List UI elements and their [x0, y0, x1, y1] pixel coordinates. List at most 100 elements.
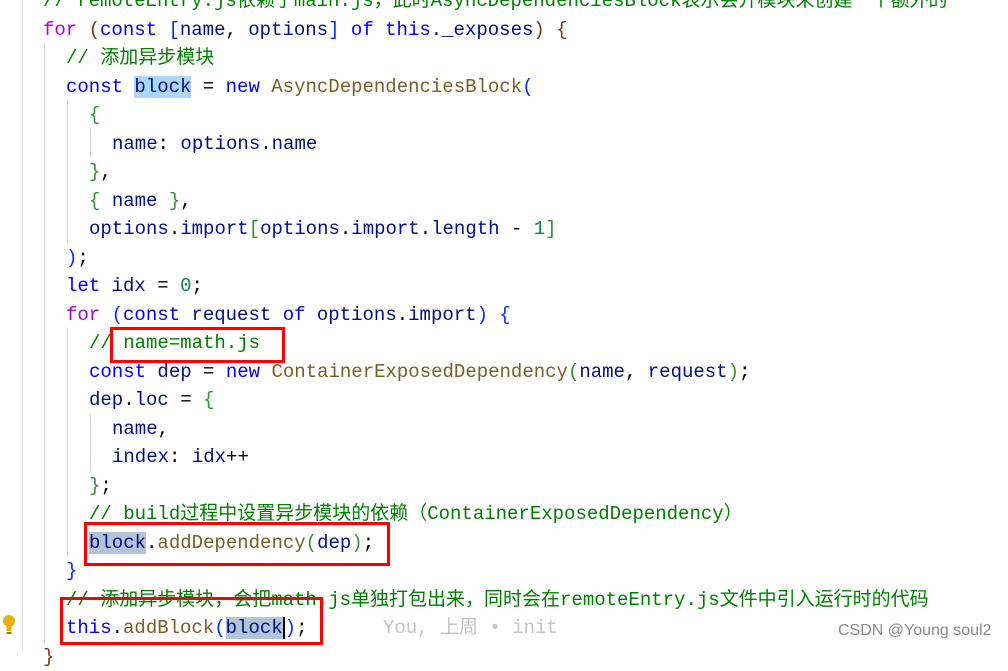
code-token	[260, 76, 271, 98]
indent-guide	[44, 43, 45, 643]
code-token	[157, 19, 168, 41]
code-token	[100, 275, 111, 297]
code-token	[260, 361, 271, 383]
code-token: )	[66, 247, 77, 269]
code-token: ;	[100, 475, 111, 497]
code-token: import	[351, 218, 419, 240]
code-token: for	[66, 304, 100, 326]
code-token: (	[89, 19, 100, 41]
code-line: const block = new AsyncDependenciesBlock…	[66, 73, 534, 102]
code-token: ]	[545, 218, 556, 240]
code-line: name,	[112, 415, 169, 444]
code-token: .	[123, 389, 134, 411]
code-token: .	[340, 218, 351, 240]
code-line: },	[89, 158, 112, 187]
code-token: 1	[534, 218, 545, 240]
code-token: name	[272, 133, 318, 155]
code-token	[100, 304, 111, 326]
code-token: of	[351, 19, 374, 41]
code-token: const	[100, 19, 157, 41]
code-token	[488, 304, 499, 326]
code-token: let	[66, 275, 100, 297]
code-token: ;	[191, 275, 202, 297]
code-token: name	[180, 19, 226, 41]
code-token: (	[522, 76, 533, 98]
code-line: // 添加异步模块	[66, 44, 214, 73]
code-token: const	[66, 76, 123, 98]
code-token: ,	[225, 19, 248, 41]
code-line: }	[43, 643, 54, 671]
code-token: )	[477, 304, 488, 326]
code-token: options	[248, 19, 328, 41]
code-token: ,	[625, 361, 648, 383]
code-token: [	[249, 218, 260, 240]
lightbulb-icon[interactable]	[2, 614, 16, 636]
code-token: ]	[328, 19, 339, 41]
code-token: AsyncDependenciesBlock	[271, 76, 522, 98]
code-line: for (const [name, options] of this._expo…	[43, 16, 568, 45]
code-token: ,	[100, 161, 111, 183]
code-token: }	[43, 646, 54, 668]
code-token	[374, 19, 385, 41]
code-token	[340, 19, 351, 41]
code-token: }	[89, 161, 100, 183]
code-token: .	[397, 304, 408, 326]
code-token: const	[123, 304, 180, 326]
code-token: {	[556, 19, 567, 41]
code-token: 0	[180, 275, 191, 297]
code-token: =	[192, 361, 226, 383]
code-token: }	[169, 190, 180, 212]
code-line: for (const request of options.import) {	[66, 301, 511, 330]
code-token: length	[431, 218, 499, 240]
code-token	[180, 304, 191, 326]
code-editor[interactable]: // remoteEntry.js依赖了main.js，此时AsyncDepen…	[0, 0, 1008, 651]
code-token: ;	[77, 247, 88, 269]
code-token: request	[191, 304, 271, 326]
code-token: options	[180, 133, 260, 155]
code-token: )	[728, 361, 739, 383]
annotation-box	[60, 597, 323, 645]
indent-guide	[90, 128, 91, 157]
code-line: };	[89, 472, 112, 501]
code-token: }	[66, 560, 77, 582]
code-token: // 添加异步模块	[66, 47, 214, 69]
code-token: ,	[158, 418, 169, 440]
code-token: ._exposes	[431, 19, 534, 41]
code-line: }	[66, 557, 77, 586]
code-line: options.import[options.import.length - 1…	[89, 215, 557, 244]
code-token: loc	[135, 389, 169, 411]
code-token: idx	[112, 275, 146, 297]
code-token: .	[420, 218, 431, 240]
code-token: name	[112, 190, 158, 212]
code-token	[306, 304, 317, 326]
code-token: =	[191, 76, 225, 98]
code-token: for	[43, 19, 77, 41]
code-token: dep	[89, 389, 123, 411]
code-token: index	[112, 446, 169, 468]
code-token: .	[169, 218, 180, 240]
code-token: // remoteEntry.js依赖了main.js，此时AsyncDepen…	[43, 0, 948, 12]
code-token	[77, 19, 88, 41]
code-token: {	[203, 389, 214, 411]
code-token	[123, 76, 134, 98]
code-token: -	[500, 218, 534, 240]
code-token: [	[168, 19, 179, 41]
code-line: index: idx++	[112, 443, 249, 472]
code-token: import	[408, 304, 476, 326]
annotation-box	[110, 327, 285, 363]
code-line: {	[89, 101, 100, 130]
code-token: ++	[226, 446, 249, 468]
code-token: }	[89, 475, 100, 497]
code-token: block	[134, 76, 191, 98]
code-token: =	[169, 389, 203, 411]
code-token: of	[283, 304, 306, 326]
code-token: new	[226, 361, 260, 383]
code-token: dep	[157, 361, 191, 383]
code-token: {	[499, 304, 510, 326]
code-token: this	[385, 19, 431, 41]
code-token: name	[579, 361, 625, 383]
code-line: name: options.name	[112, 130, 317, 159]
code-token	[100, 190, 111, 212]
code-token: ;	[739, 361, 750, 383]
code-token: request	[648, 361, 728, 383]
